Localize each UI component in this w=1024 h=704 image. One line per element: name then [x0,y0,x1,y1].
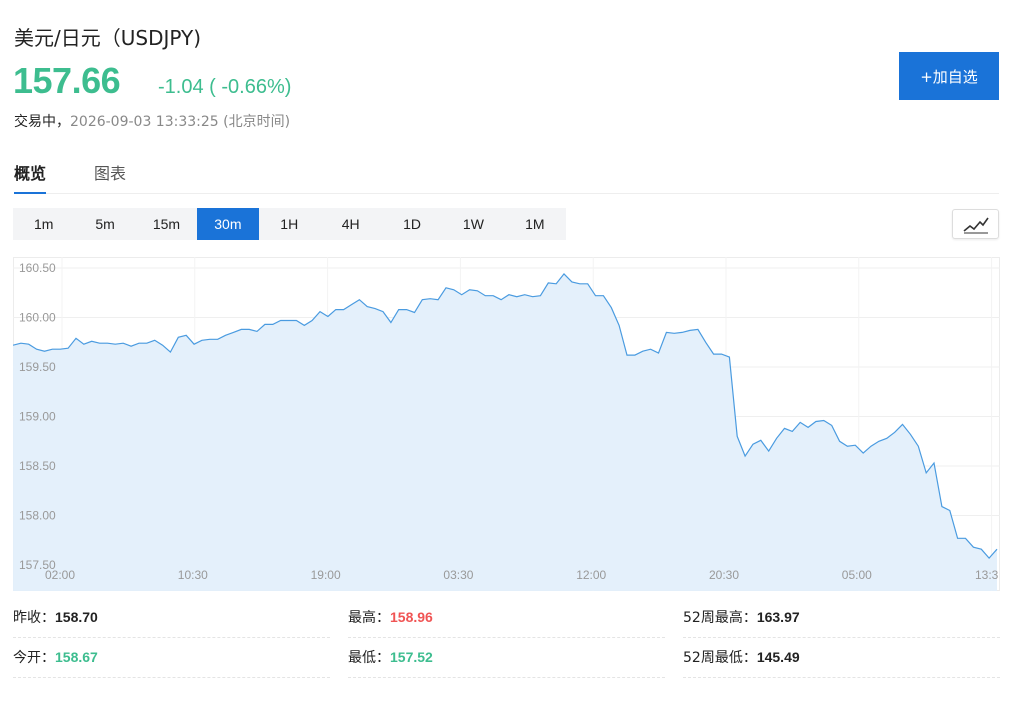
y-tick-label: 159.00 [19,410,56,424]
stat-52w-low: 52周最低：145.49 [683,638,1000,678]
stat-label: 昨收： [13,610,55,626]
interval-5m[interactable]: 5m [74,208,135,240]
stat-label: 52周最高： [683,610,757,626]
x-tick-label: 03:30 [443,568,473,582]
stat-label: 今开： [13,650,55,666]
y-tick-label: 160.50 [19,261,56,275]
stat-value: 163.97 [756,609,800,625]
trading-status: 交易中，2026-09-03 13:33:25 (北京时间) [14,111,290,131]
price-area [13,273,997,591]
x-tick-label: 19:00 [311,568,341,582]
x-tick-label: 05:00 [842,568,872,582]
tab-bar: 概览 图表 [14,158,999,194]
current-price: 157.66 [13,60,121,101]
stat-open: 今开：158.67 [13,638,330,678]
add-to-watchlist-button[interactable]: +加自选 [899,52,999,100]
stat-value: 145.49 [756,649,800,665]
line-chart-icon [963,217,989,234]
chart-type-button[interactable] [952,209,999,239]
interval-1w[interactable]: 1W [443,208,504,240]
x-tick-label: 20:30 [709,568,739,582]
stat-prev-close: 昨收：158.70 [13,598,330,638]
stat-label: 最低： [348,650,390,666]
interval-4h[interactable]: 4H [320,208,381,240]
x-tick-label: 12:00 [576,568,606,582]
x-tick-label: 02:00 [45,568,75,582]
stat-value: 158.67 [55,649,98,665]
y-tick-label: 159.50 [19,360,56,374]
x-tick-label: 13:3 [975,568,999,582]
interval-1h[interactable]: 1H [259,208,320,240]
stat-value: 158.96 [390,609,433,625]
tab-overview[interactable]: 概览 [14,160,47,194]
interval-30m[interactable]: 30m [197,208,259,240]
interval-selector: 1m 5m 15m 30m 1H 4H 1D 1W 1M [13,208,566,240]
price-change: -1.04 ( -0.66%) [158,76,292,98]
status-label: 交易中， [14,114,70,130]
page-title: 美元/日元（USDJPY) [14,26,202,50]
stat-label: 52周最低： [683,650,757,666]
stat-high: 最高：158.96 [348,598,665,638]
stat-label: 最高： [348,610,390,626]
stat-value: 157.52 [390,649,433,665]
price-chart[interactable]: 160.50 160.00 159.50 159.00 158.50 158.00 157.… [13,257,1000,591]
stat-52w-high: 52周最高：163.97 [683,598,1000,638]
tab-chart[interactable]: 图表 [94,160,126,192]
y-tick-label: 158.50 [19,459,56,473]
stat-low: 最低：157.52 [348,638,665,678]
y-tick-label: 158.00 [19,509,56,523]
stats-grid: 昨收：158.70 最高：158.96 52周最高：163.97 今开：158.… [13,598,1000,680]
interval-15m[interactable]: 15m [136,208,197,240]
timestamp: 2026-09-03 13:33:25 (北京时间) [70,114,291,130]
interval-1m[interactable]: 1m [13,208,74,240]
interval-1mo[interactable]: 1M [504,208,565,240]
interval-1d[interactable]: 1D [381,208,442,240]
y-tick-label: 160.00 [19,311,56,325]
stat-value: 158.70 [55,609,98,625]
chart-svg: 160.50160.00159.50159.00158.50158.00157.… [13,257,1000,591]
x-tick-label: 10:30 [178,568,208,582]
